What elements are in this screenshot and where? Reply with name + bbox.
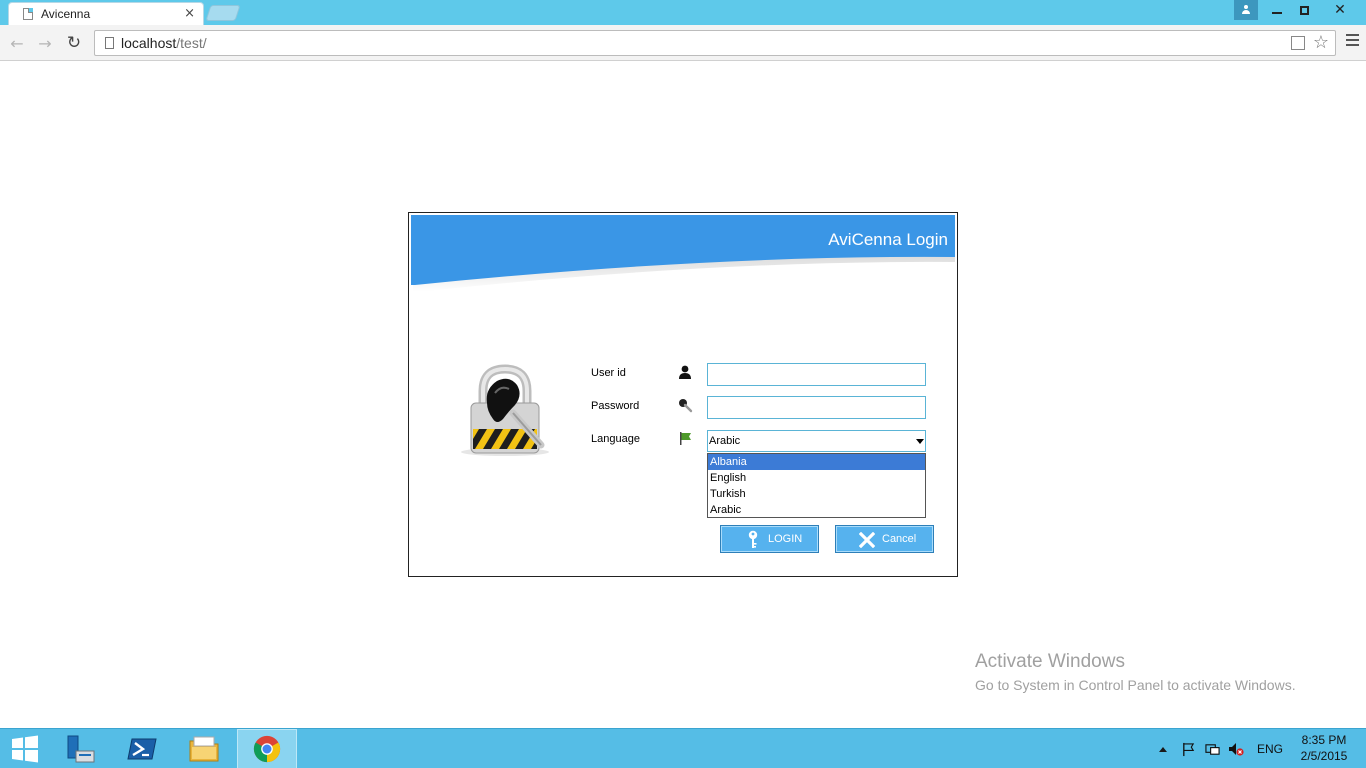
- language-option-albania[interactable]: Albania: [708, 454, 925, 470]
- language-option-arabic[interactable]: Arabic: [708, 502, 925, 518]
- clock-time: 8:35 PM: [1301, 733, 1347, 747]
- flag-icon: [1182, 742, 1194, 756]
- chevron-up-icon: [1159, 746, 1167, 752]
- userid-label: User id: [591, 367, 626, 379]
- language-label: Language: [591, 433, 640, 445]
- activation-watermark-subtitle: Go to System in Control Panel to activat…: [975, 677, 1296, 693]
- powershell-icon: [127, 738, 157, 760]
- folder-icon: [189, 736, 219, 762]
- login-button[interactable]: LOGIN: [720, 525, 819, 553]
- browser-tab[interactable]: Avicenna ×: [8, 2, 204, 25]
- taskbar-file-explorer[interactable]: [174, 729, 234, 768]
- close-window-button[interactable]: ✕: [1318, 0, 1362, 20]
- cancel-button[interactable]: Cancel: [835, 525, 934, 553]
- tab-close-icon[interactable]: ×: [184, 6, 195, 21]
- close-icon: [859, 532, 875, 548]
- login-banner: [411, 215, 955, 291]
- minimize-icon: [1272, 12, 1282, 14]
- browser-titlebar: Avicenna × ✕: [0, 0, 1366, 25]
- tray-device-icon[interactable]: [1203, 729, 1221, 768]
- browser-toolbar: ← → ↻ localhost/test/ ☆: [0, 25, 1366, 61]
- language-dropdown-list: Albania English Turkish Arabic: [707, 453, 926, 518]
- taskbar-chrome[interactable]: [237, 729, 297, 768]
- menu-icon-bar: [1346, 39, 1359, 41]
- url-host: localhost: [121, 35, 177, 51]
- reload-icon: ↻: [66, 33, 82, 53]
- login-button-label: LOGIN: [768, 533, 803, 545]
- speaker-muted-icon: [1229, 743, 1244, 756]
- profile-button[interactable]: [1234, 0, 1258, 20]
- url-path: /test/: [176, 35, 207, 51]
- forward-button[interactable]: →: [34, 32, 56, 54]
- language-select-value: Arabic: [709, 435, 741, 447]
- menu-icon: [1346, 34, 1359, 36]
- windows-logo-icon: [12, 735, 38, 763]
- key-icon: [679, 399, 693, 413]
- user-icon: [679, 365, 691, 379]
- login-title: AviCenna Login: [828, 230, 948, 249]
- key-icon: [748, 530, 758, 548]
- address-bar[interactable]: localhost/test/ ☆: [94, 30, 1336, 56]
- volume-muted-icon[interactable]: [1227, 729, 1245, 768]
- person-icon: [1241, 5, 1251, 15]
- restore-button[interactable]: [1291, 0, 1317, 20]
- bookmark-star-icon[interactable]: ☆: [1313, 32, 1329, 53]
- input-language-indicator[interactable]: ENG: [1255, 729, 1285, 768]
- page-icon: [105, 37, 114, 49]
- device-icon: [1204, 743, 1220, 755]
- chrome-icon: [253, 735, 281, 763]
- show-hidden-icons-button[interactable]: [1156, 729, 1170, 768]
- translate-icon[interactable]: [1291, 36, 1305, 50]
- close-icon: ✕: [1334, 2, 1346, 18]
- browser-menu-button[interactable]: [1346, 34, 1360, 48]
- reload-button[interactable]: ↻: [63, 32, 85, 54]
- page-icon: [23, 8, 33, 20]
- password-label: Password: [591, 400, 640, 412]
- restore-icon: [1299, 5, 1309, 15]
- action-center-flag-icon[interactable]: [1179, 729, 1197, 768]
- userid-input[interactable]: [707, 363, 926, 386]
- activation-watermark-title: Activate Windows: [975, 651, 1125, 672]
- menu-icon-bar: [1346, 44, 1359, 46]
- taskbar-server-manager[interactable]: [50, 729, 110, 768]
- back-button[interactable]: ←: [6, 32, 28, 54]
- start-button[interactable]: [0, 729, 50, 768]
- arrow-right-icon: →: [38, 33, 52, 53]
- arrow-left-icon: ←: [10, 33, 24, 53]
- taskbar-powershell[interactable]: [112, 729, 172, 768]
- language-option-english[interactable]: English: [708, 470, 925, 486]
- padlock-icon: [461, 364, 549, 456]
- minimize-button[interactable]: [1264, 0, 1290, 20]
- url-text: localhost/test/: [121, 35, 207, 51]
- taskbar-clock[interactable]: 8:35 PM 2/5/2015: [1293, 732, 1355, 764]
- tab-title: Avicenna: [41, 7, 91, 21]
- clock-date: 2/5/2015: [1300, 749, 1348, 763]
- password-input[interactable]: [707, 396, 926, 419]
- language-option-turkish[interactable]: Turkish: [708, 486, 925, 502]
- taskbar: ENG 8:35 PM 2/5/2015: [0, 728, 1366, 768]
- flag-icon: [680, 432, 691, 445]
- new-tab-button[interactable]: [205, 5, 241, 21]
- server-manager-icon: [67, 735, 95, 763]
- chevron-down-icon: [916, 439, 924, 444]
- language-select[interactable]: Arabic: [707, 430, 926, 452]
- login-dialog: AviCenna Login User id Password Language…: [408, 212, 958, 577]
- cancel-button-label: Cancel: [882, 533, 917, 545]
